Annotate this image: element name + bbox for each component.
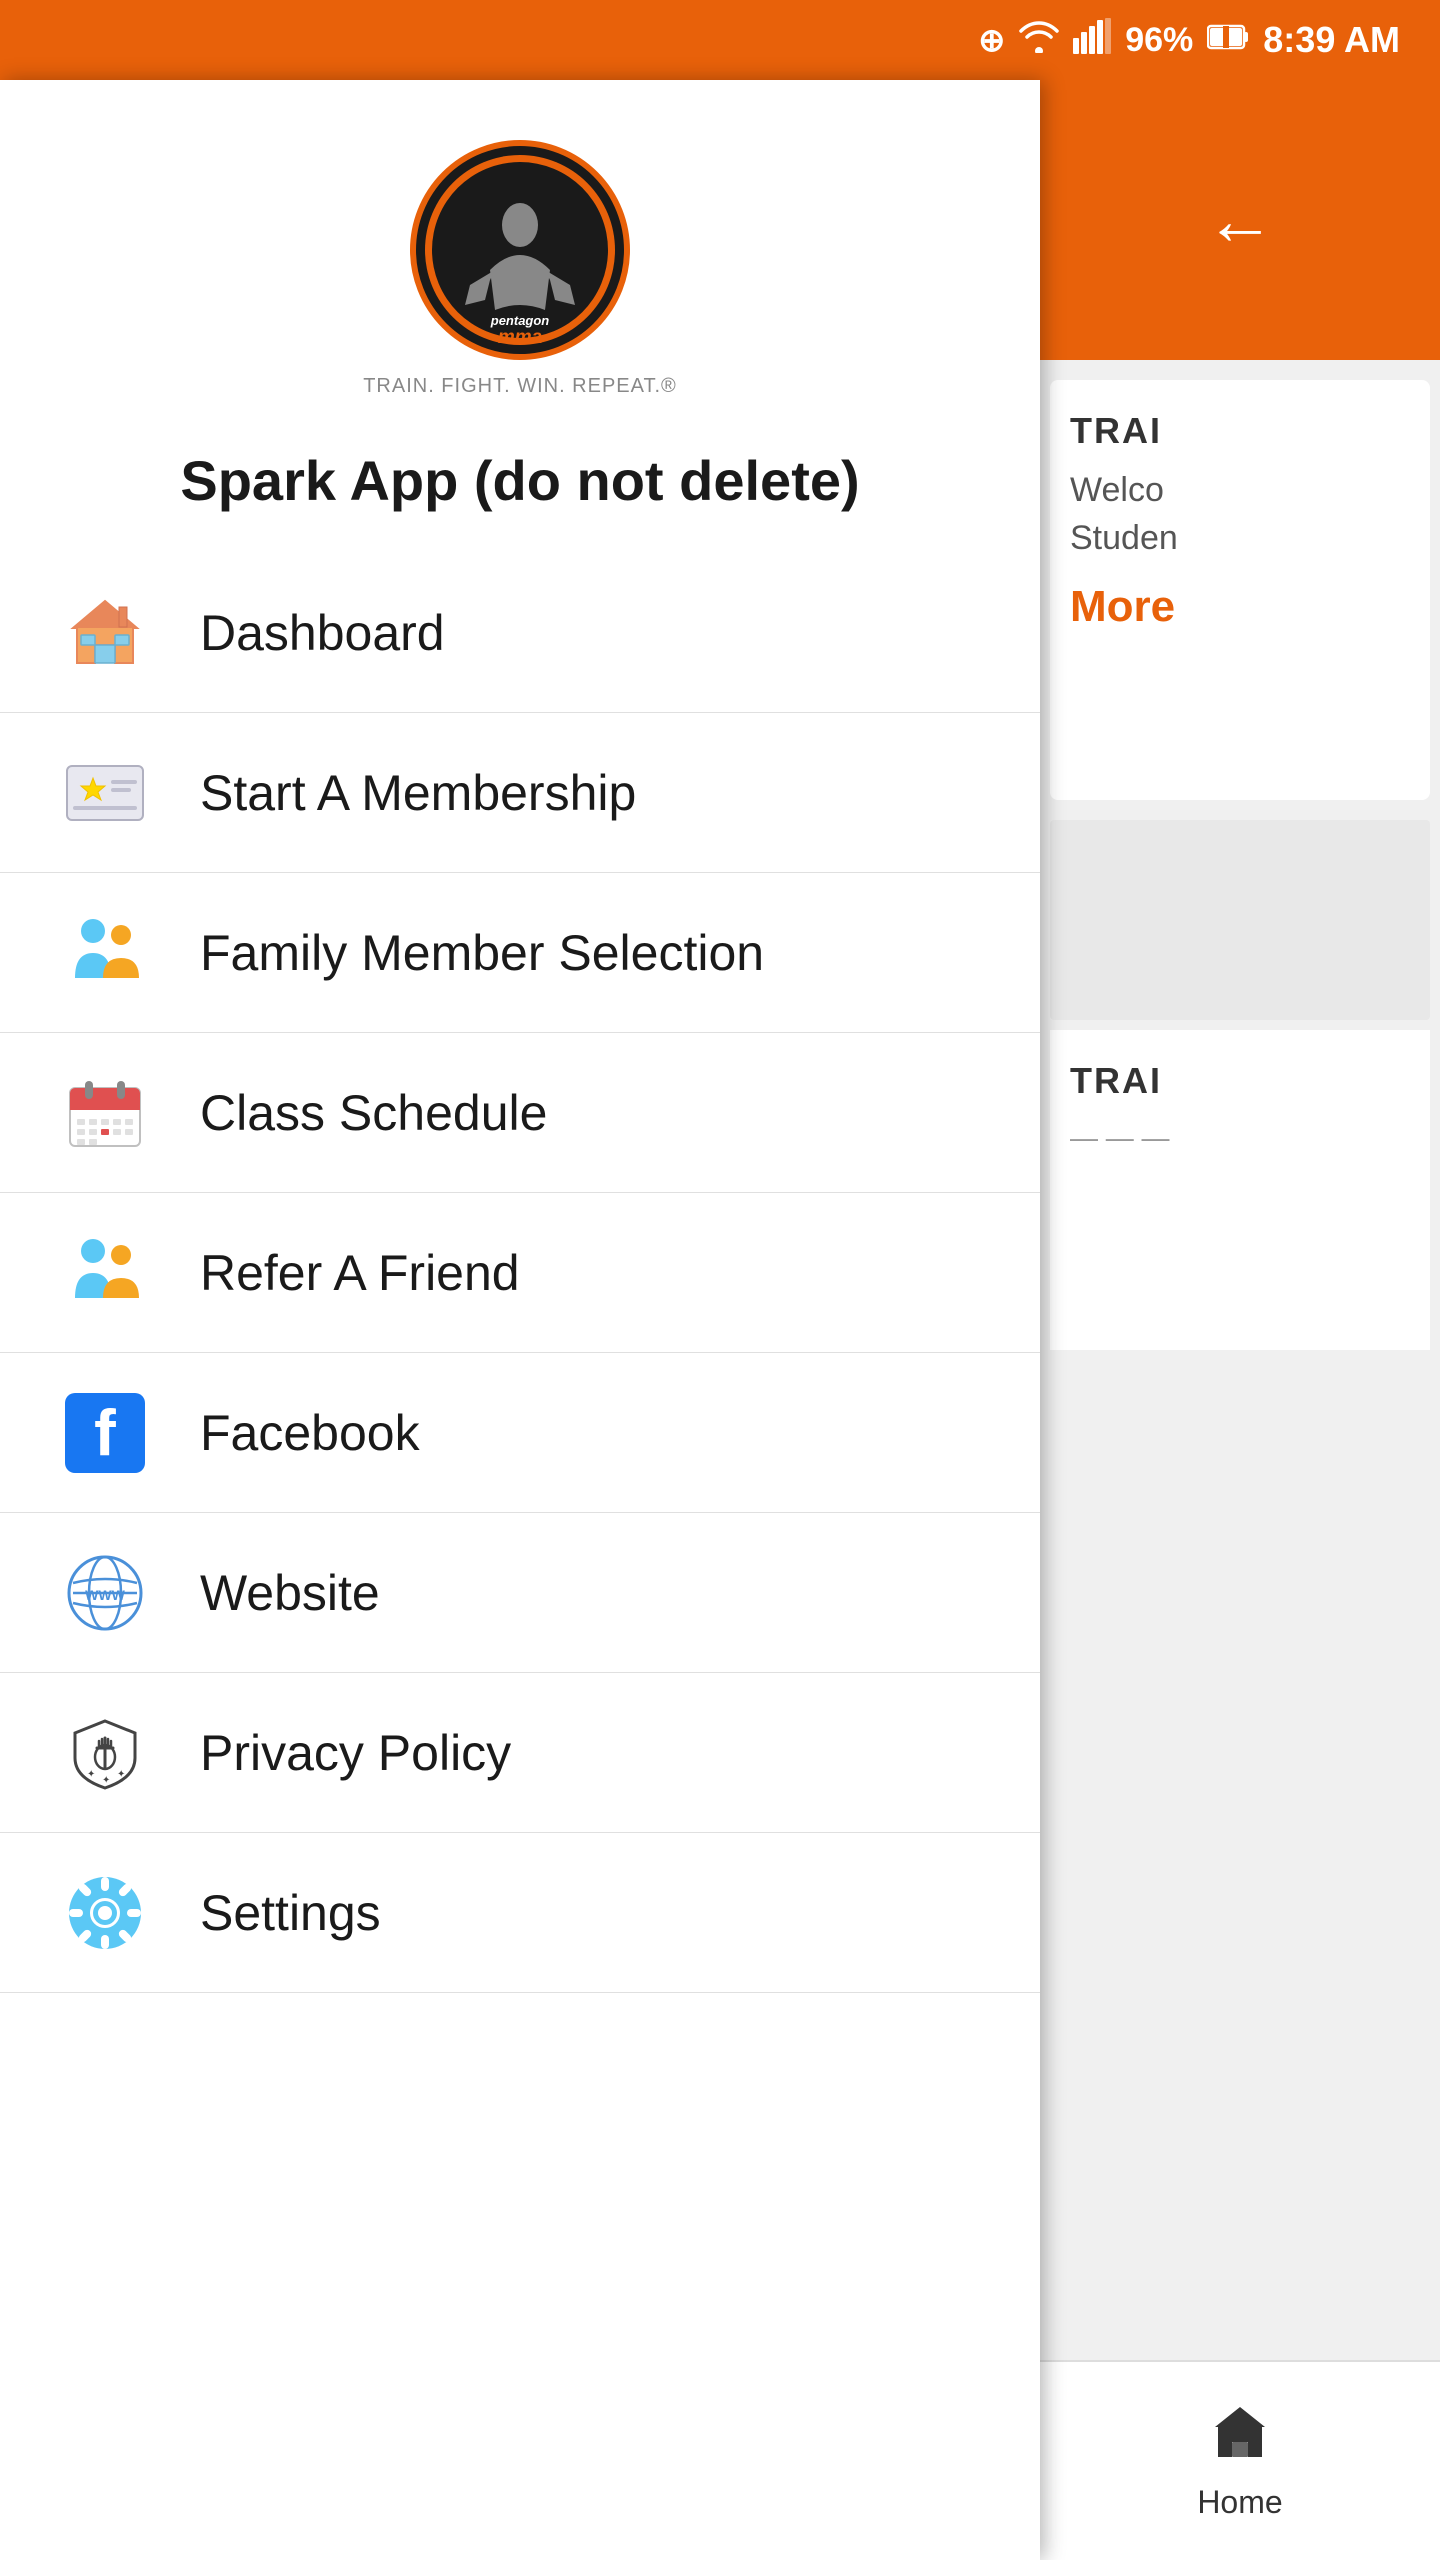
menu-item-dashboard[interactable]: Dashboard	[0, 553, 1040, 713]
start-membership-label: Start A Membership	[200, 764, 636, 822]
home-nav-label: Home	[1197, 2484, 1282, 2521]
family-member-label: Family Member Selection	[200, 924, 764, 982]
wifi-icon	[1019, 19, 1059, 61]
right-card-1-text: WelcoStuden	[1070, 467, 1410, 562]
right-card-1-title: TRAI	[1070, 410, 1410, 452]
refer-icon	[60, 1228, 150, 1318]
circle-plus-icon: ⊕	[978, 21, 1005, 59]
bottom-nav: Home	[1040, 2360, 1440, 2560]
status-icons: ⊕ 96% 8:39 A	[978, 18, 1400, 62]
right-card-1: TRAI WelcoStuden More	[1050, 380, 1430, 800]
settings-label: Settings	[200, 1884, 381, 1942]
svg-text:pentagon: pentagon	[490, 313, 550, 328]
status-bar: ⊕ 96% 8:39 A	[0, 0, 1440, 80]
menu-item-class-schedule[interactable]: Class Schedule	[0, 1033, 1040, 1193]
app-title: Spark App (do not delete)	[0, 428, 1040, 553]
logo-circle: pentagon mma	[410, 140, 630, 360]
home-nav-icon[interactable]	[1210, 2402, 1270, 2476]
nav-drawer: pentagon mma TRAIN. FIGHT. WIN. REPEAT.®…	[0, 80, 1040, 2560]
settings-gear-icon	[60, 1868, 150, 1958]
logo-tagline: TRAIN. FIGHT. WIN. REPEAT.®	[363, 375, 677, 398]
calendar-icon	[60, 1068, 150, 1158]
family-icon	[60, 908, 150, 998]
battery-icon	[1207, 22, 1249, 59]
right-card-2-text: — — —	[1070, 1122, 1410, 1154]
menu-item-start-membership[interactable]: Start A Membership	[0, 713, 1040, 873]
card-star-icon	[60, 748, 150, 838]
dashboard-label: Dashboard	[200, 604, 445, 662]
menu-item-website[interactable]: WWW Website	[0, 1513, 1040, 1673]
main-area: pentagon mma TRAIN. FIGHT. WIN. REPEAT.®…	[0, 80, 1440, 2560]
right-card-2: TRAI — — —	[1050, 1030, 1430, 1350]
svg-text:✦: ✦	[102, 1775, 110, 1786]
svg-text:mma: mma	[498, 327, 543, 348]
svg-text:f: f	[94, 1396, 116, 1469]
right-panel: ← TRAI WelcoStuden More TRAI — — — Home	[1040, 80, 1440, 2560]
menu-item-settings[interactable]: Settings	[0, 1833, 1040, 1993]
refer-friend-label: Refer A Friend	[200, 1244, 520, 1302]
website-label: Website	[200, 1564, 380, 1622]
menu-item-family-member[interactable]: Family Member Selection	[0, 873, 1040, 1033]
back-button[interactable]: ←	[1205, 180, 1275, 260]
status-time: 8:39 AM	[1263, 19, 1400, 61]
class-schedule-label: Class Schedule	[200, 1084, 547, 1142]
right-card-2-title: TRAI	[1070, 1060, 1410, 1102]
facebook-icon: f	[60, 1388, 150, 1478]
svg-text:✦: ✦	[87, 1769, 95, 1780]
facebook-label: Facebook	[200, 1404, 420, 1462]
more-button[interactable]: More	[1070, 582, 1410, 632]
svg-text:WWW: WWW	[85, 1587, 125, 1603]
battery-percent: 96%	[1125, 21, 1193, 60]
menu-item-refer-friend[interactable]: Refer A Friend	[0, 1193, 1040, 1353]
right-gray-divider	[1050, 820, 1430, 1020]
svg-text:✦: ✦	[117, 1769, 125, 1780]
www-icon: WWW	[60, 1548, 150, 1638]
signal-icon	[1073, 18, 1111, 62]
menu-item-privacy-policy[interactable]: ✦ ✦ ✦ Privacy Policy	[0, 1673, 1040, 1833]
shield-icon: ✦ ✦ ✦	[60, 1708, 150, 1798]
privacy-policy-label: Privacy Policy	[200, 1724, 511, 1782]
house-icon	[60, 588, 150, 678]
back-button-area: ←	[1040, 80, 1440, 360]
menu-item-facebook[interactable]: f Facebook	[0, 1353, 1040, 1513]
logo-section: pentagon mma TRAIN. FIGHT. WIN. REPEAT.®	[0, 80, 1040, 428]
